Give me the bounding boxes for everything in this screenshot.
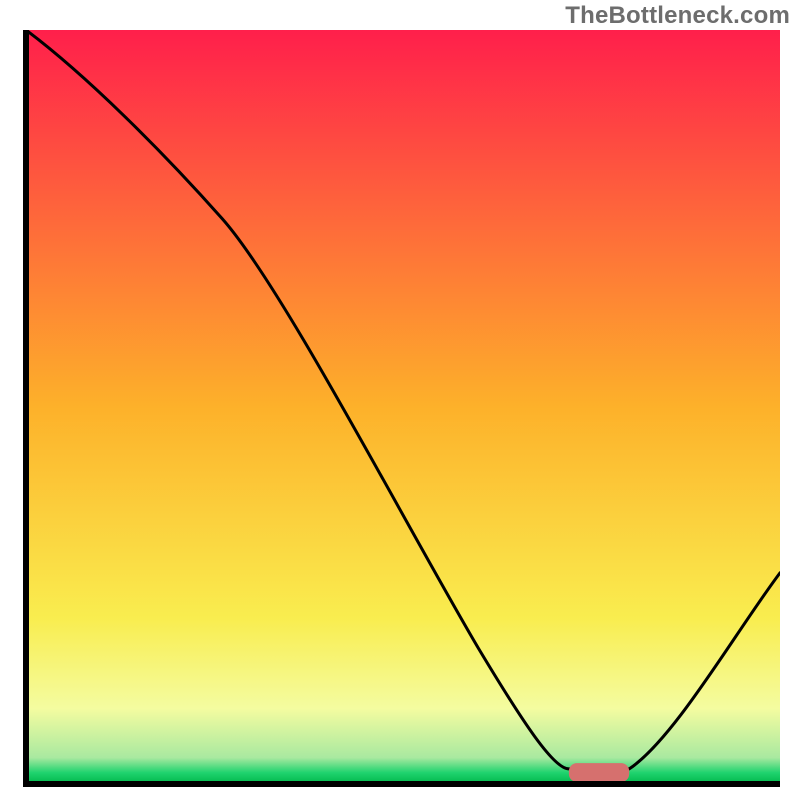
bottleneck-chart [20,30,780,790]
gradient-background [26,30,780,784]
plot-frame [20,30,780,790]
optimal-marker [569,763,629,782]
watermark-text: TheBottleneck.com [565,2,790,30]
chart-container: TheBottleneck.com [0,0,800,800]
